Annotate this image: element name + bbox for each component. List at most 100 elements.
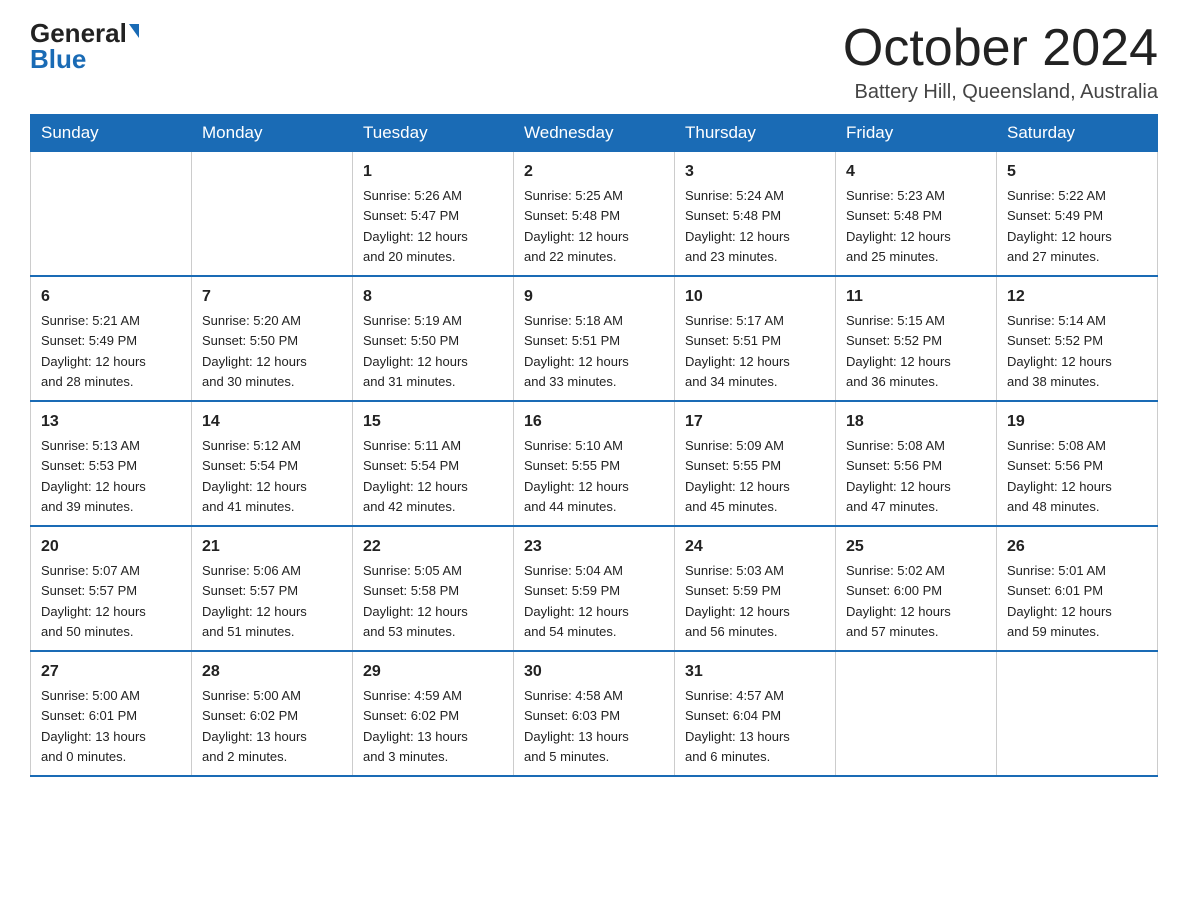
calendar-cell: 23 Sunrise: 5:04 AMSunset: 5:59 PMDayligh…	[514, 526, 675, 651]
weekday-header-wednesday: Wednesday	[514, 115, 675, 152]
calendar-cell: 4 Sunrise: 5:23 AMSunset: 5:48 PMDaylight…	[836, 152, 997, 277]
calendar-cell: 2 Sunrise: 5:25 AMSunset: 5:48 PMDaylight…	[514, 152, 675, 277]
day-number: 15	[363, 410, 503, 434]
weekday-header-row: SundayMondayTuesdayWednesdayThursdayFrid…	[31, 115, 1158, 152]
day-info: Sunrise: 5:08 AMSunset: 5:56 PMDaylight:…	[1007, 438, 1112, 514]
day-number: 3	[685, 160, 825, 184]
week-row-1: 1Sunrise: 5:26 AMSunset: 5:47 PMDaylight…	[31, 152, 1158, 277]
logo-triangle-icon	[129, 24, 139, 38]
day-number: 2	[524, 160, 664, 184]
week-row-2: 6 Sunrise: 5:21 AMSunset: 5:49 PMDaylight…	[31, 276, 1158, 401]
day-info: Sunrise: 5:17 AMSunset: 5:51 PMDaylight:…	[685, 313, 790, 389]
title-block: October 2024 Battery Hill, Queensland, A…	[843, 20, 1158, 104]
calendar-cell: 8Sunrise: 5:19 AMSunset: 5:50 PMDaylight…	[353, 276, 514, 401]
day-number: 21	[202, 535, 342, 559]
day-number: 13	[41, 410, 181, 434]
day-number: 16	[524, 410, 664, 434]
day-info: Sunrise: 5:09 AMSunset: 5:55 PMDaylight:…	[685, 438, 790, 514]
day-info: Sunrise: 5:14 AMSunset: 5:52 PMDaylight:…	[1007, 313, 1112, 389]
day-info: Sunrise: 5:00 AMSunset: 6:01 PMDaylight:…	[41, 688, 146, 764]
day-info: Sunrise: 5:21 AMSunset: 5:49 PMDaylight:…	[41, 313, 146, 389]
day-info: Sunrise: 5:05 AMSunset: 5:58 PMDaylight:…	[363, 563, 468, 639]
day-number: 30	[524, 660, 664, 684]
day-info: Sunrise: 5:02 AMSunset: 6:00 PMDaylight:…	[846, 563, 951, 639]
calendar-cell: 19 Sunrise: 5:08 AMSunset: 5:56 PMDayligh…	[997, 401, 1158, 526]
calendar-cell: 18Sunrise: 5:08 AMSunset: 5:56 PMDayligh…	[836, 401, 997, 526]
week-row-4: 20 Sunrise: 5:07 AMSunset: 5:57 PMDayligh…	[31, 526, 1158, 651]
calendar-cell: 5 Sunrise: 5:22 AMSunset: 5:49 PMDaylight…	[997, 152, 1158, 277]
day-info: Sunrise: 5:23 AMSunset: 5:48 PMDaylight:…	[846, 188, 951, 264]
calendar-cell	[31, 152, 192, 277]
weekday-header-friday: Friday	[836, 115, 997, 152]
calendar-cell: 31Sunrise: 4:57 AMSunset: 6:04 PMDayligh…	[675, 651, 836, 776]
weekday-header-thursday: Thursday	[675, 115, 836, 152]
calendar-cell: 25 Sunrise: 5:02 AMSunset: 6:00 PMDayligh…	[836, 526, 997, 651]
calendar-cell: 24 Sunrise: 5:03 AMSunset: 5:59 PMDayligh…	[675, 526, 836, 651]
day-info: Sunrise: 5:01 AMSunset: 6:01 PMDaylight:…	[1007, 563, 1112, 639]
calendar-cell: 10 Sunrise: 5:17 AMSunset: 5:51 PMDayligh…	[675, 276, 836, 401]
day-number: 25	[846, 535, 986, 559]
calendar-cell: 1Sunrise: 5:26 AMSunset: 5:47 PMDaylight…	[353, 152, 514, 277]
location-title: Battery Hill, Queensland, Australia	[843, 81, 1158, 104]
day-number: 4	[846, 160, 986, 184]
calendar-cell: 22 Sunrise: 5:05 AMSunset: 5:58 PMDayligh…	[353, 526, 514, 651]
calendar-cell: 26 Sunrise: 5:01 AMSunset: 6:01 PMDayligh…	[997, 526, 1158, 651]
day-number: 29	[363, 660, 503, 684]
day-number: 20	[41, 535, 181, 559]
calendar-cell: 21 Sunrise: 5:06 AMSunset: 5:57 PMDayligh…	[192, 526, 353, 651]
calendar-cell: 12Sunrise: 5:14 AMSunset: 5:52 PMDayligh…	[997, 276, 1158, 401]
day-info: Sunrise: 5:25 AMSunset: 5:48 PMDaylight:…	[524, 188, 629, 264]
day-number: 27	[41, 660, 181, 684]
calendar-cell	[836, 651, 997, 776]
day-number: 8	[363, 285, 503, 309]
calendar-cell: 30 Sunrise: 4:58 AMSunset: 6:03 PMDayligh…	[514, 651, 675, 776]
calendar-table: SundayMondayTuesdayWednesdayThursdayFrid…	[30, 114, 1158, 777]
day-number: 22	[363, 535, 503, 559]
day-info: Sunrise: 5:04 AMSunset: 5:59 PMDaylight:…	[524, 563, 629, 639]
calendar-cell: 16 Sunrise: 5:10 AMSunset: 5:55 PMDayligh…	[514, 401, 675, 526]
day-number: 17	[685, 410, 825, 434]
logo: General Blue	[30, 20, 139, 72]
day-number: 10	[685, 285, 825, 309]
day-number: 23	[524, 535, 664, 559]
header: General Blue October 2024 Battery Hill, …	[30, 20, 1158, 104]
day-number: 19	[1007, 410, 1147, 434]
calendar-cell: 9Sunrise: 5:18 AMSunset: 5:51 PMDaylight…	[514, 276, 675, 401]
day-number: 1	[363, 160, 503, 184]
day-info: Sunrise: 5:10 AMSunset: 5:55 PMDaylight:…	[524, 438, 629, 514]
day-number: 24	[685, 535, 825, 559]
day-info: Sunrise: 5:00 AMSunset: 6:02 PMDaylight:…	[202, 688, 307, 764]
day-number: 7	[202, 285, 342, 309]
day-number: 28	[202, 660, 342, 684]
weekday-header-monday: Monday	[192, 115, 353, 152]
month-title: October 2024	[843, 20, 1158, 77]
week-row-5: 27 Sunrise: 5:00 AMSunset: 6:01 PMDayligh…	[31, 651, 1158, 776]
day-info: Sunrise: 5:24 AMSunset: 5:48 PMDaylight:…	[685, 188, 790, 264]
day-info: Sunrise: 4:58 AMSunset: 6:03 PMDaylight:…	[524, 688, 629, 764]
calendar-cell: 13 Sunrise: 5:13 AMSunset: 5:53 PMDayligh…	[31, 401, 192, 526]
day-info: Sunrise: 5:06 AMSunset: 5:57 PMDaylight:…	[202, 563, 307, 639]
day-info: Sunrise: 5:12 AMSunset: 5:54 PMDaylight:…	[202, 438, 307, 514]
day-number: 6	[41, 285, 181, 309]
day-info: Sunrise: 5:08 AMSunset: 5:56 PMDaylight:…	[846, 438, 951, 514]
calendar-cell: 3 Sunrise: 5:24 AMSunset: 5:48 PMDaylight…	[675, 152, 836, 277]
calendar-cell: 6 Sunrise: 5:21 AMSunset: 5:49 PMDaylight…	[31, 276, 192, 401]
day-number: 5	[1007, 160, 1147, 184]
calendar-cell: 27 Sunrise: 5:00 AMSunset: 6:01 PMDayligh…	[31, 651, 192, 776]
day-info: Sunrise: 5:22 AMSunset: 5:49 PMDaylight:…	[1007, 188, 1112, 264]
calendar-cell: 20 Sunrise: 5:07 AMSunset: 5:57 PMDayligh…	[31, 526, 192, 651]
day-info: Sunrise: 5:20 AMSunset: 5:50 PMDaylight:…	[202, 313, 307, 389]
day-info: Sunrise: 5:07 AMSunset: 5:57 PMDaylight:…	[41, 563, 146, 639]
calendar-cell: 7 Sunrise: 5:20 AMSunset: 5:50 PMDaylight…	[192, 276, 353, 401]
day-info: Sunrise: 4:59 AMSunset: 6:02 PMDaylight:…	[363, 688, 468, 764]
calendar-cell: 29 Sunrise: 4:59 AMSunset: 6:02 PMDayligh…	[353, 651, 514, 776]
day-number: 14	[202, 410, 342, 434]
day-info: Sunrise: 5:13 AMSunset: 5:53 PMDaylight:…	[41, 438, 146, 514]
logo-general-text: General	[30, 20, 127, 46]
day-info: Sunrise: 4:57 AMSunset: 6:04 PMDaylight:…	[685, 688, 790, 764]
day-number: 26	[1007, 535, 1147, 559]
calendar-cell: 14 Sunrise: 5:12 AMSunset: 5:54 PMDayligh…	[192, 401, 353, 526]
day-info: Sunrise: 5:15 AMSunset: 5:52 PMDaylight:…	[846, 313, 951, 389]
day-info: Sunrise: 5:03 AMSunset: 5:59 PMDaylight:…	[685, 563, 790, 639]
calendar-cell: 15Sunrise: 5:11 AMSunset: 5:54 PMDayligh…	[353, 401, 514, 526]
